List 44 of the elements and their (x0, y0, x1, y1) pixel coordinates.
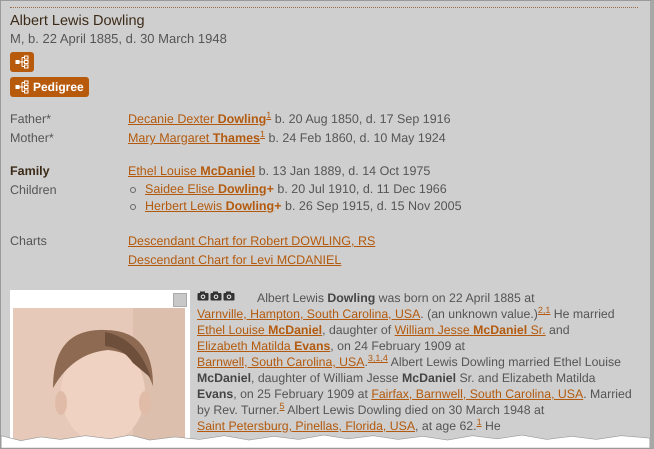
relation-label: Charts (10, 233, 48, 250)
person-link[interactable]: Ethel Louise McDaniel (197, 323, 322, 337)
family-tree-icon (15, 55, 29, 69)
pedigree-button[interactable]: Pedigree (10, 77, 89, 97)
source-link[interactable]: 5 (279, 400, 284, 411)
biography-text: Albert Lewis Dowling was born on 22 April 1885 at Varnville, Hampton, South Carolina, USA. (an unknown value.)$^{2,1}$ He married Ethel Louise McDaniel, daughter of William Jesse McDaniel Sr. and Elizabeth Matilda Evans, on 24 February 1909 at Barnwell, South Carolina, USA.$^{3,1,4}$ Albert Lewis Dowling married Ethel Louise McDaniel, daughter of William Jesse McDaniel Sr. and Elizabeth Matilda Evans, on 25 February 1909 at Fairfax, Barnwell, South Carolina, USA. Married by Rev. Turner.$^{5}$ Albert Lewis Dowling died on 30 March 1948 at Saint Petersburg, Pinellas, Florida, USA, at age 62.$^{1}$ He (197, 290, 633, 434)
descendants-mark: + (266, 181, 274, 198)
person-link[interactable]: William Jesse McDaniel Sr. (394, 323, 546, 337)
family-tree-button[interactable] (10, 52, 34, 72)
life-dates: b. 20 Jul 1910, d. 11 Dec 1966 (277, 181, 447, 198)
camera-icon (223, 291, 235, 301)
relation-label: Mother* (10, 130, 55, 147)
person-link[interactable]: Elizabeth Matilda Evans (197, 339, 330, 353)
place-link[interactable]: Saint Petersburg, Pinellas, Florida, USA (197, 419, 416, 433)
place-link[interactable]: Fairfax, Barnwell, South Carolina, USA (371, 387, 584, 401)
source-link[interactable]: 2,1 (538, 304, 550, 315)
life-dates: b. 26 Sep 1915, d. 15 Nov 2005 (285, 198, 462, 215)
source-link[interactable]: 1 (260, 128, 266, 139)
place-link[interactable]: Barnwell, South Carolina, USA (197, 355, 364, 369)
camera-icon (197, 291, 209, 301)
source-link[interactable]: 1 (476, 416, 482, 427)
bullet-icon (130, 204, 136, 210)
person-name: Albert Lewis Dowling (10, 12, 146, 30)
family-tree-icon (15, 80, 29, 94)
person-summary: M, b. 22 April 1885, d. 30 March 1948 (10, 30, 228, 47)
relation-label: Father* (10, 111, 52, 128)
chart-link[interactable]: Descendant Chart for Levi MCDANIEL (128, 251, 342, 270)
camera-icon (210, 291, 222, 301)
life-dates: b. 20 Aug 1850, d. 17 Sep 1916 (274, 112, 451, 126)
descendants-mark: + (274, 198, 282, 215)
person-link[interactable]: Mary Margaret Thames (128, 131, 260, 145)
source-link[interactable]: 3,1,4 (368, 352, 388, 363)
person-link[interactable]: Herbert Lewis Dowling (145, 198, 274, 215)
place-link[interactable]: Varnville, Hampton, South Carolina, USA (197, 307, 420, 321)
source-link[interactable]: 1 (266, 110, 272, 120)
person-link[interactable]: Ethel Louise McDaniel (128, 164, 256, 178)
bullet-icon (130, 186, 136, 192)
person-link[interactable]: Decanie Dexter Dowling (128, 112, 266, 126)
relation-label: Children (10, 182, 58, 199)
relation-label: Family (10, 163, 51, 180)
person-link[interactable]: Saidee Elise Dowling (145, 181, 267, 198)
life-dates: b. 24 Feb 1860, d. 10 May 1924 (268, 131, 446, 145)
chart-link[interactable]: Descendant Chart for Robert DOWLING, RS (128, 232, 376, 251)
life-dates: b. 13 Jan 1889, d. 14 Oct 1975 (258, 164, 430, 178)
